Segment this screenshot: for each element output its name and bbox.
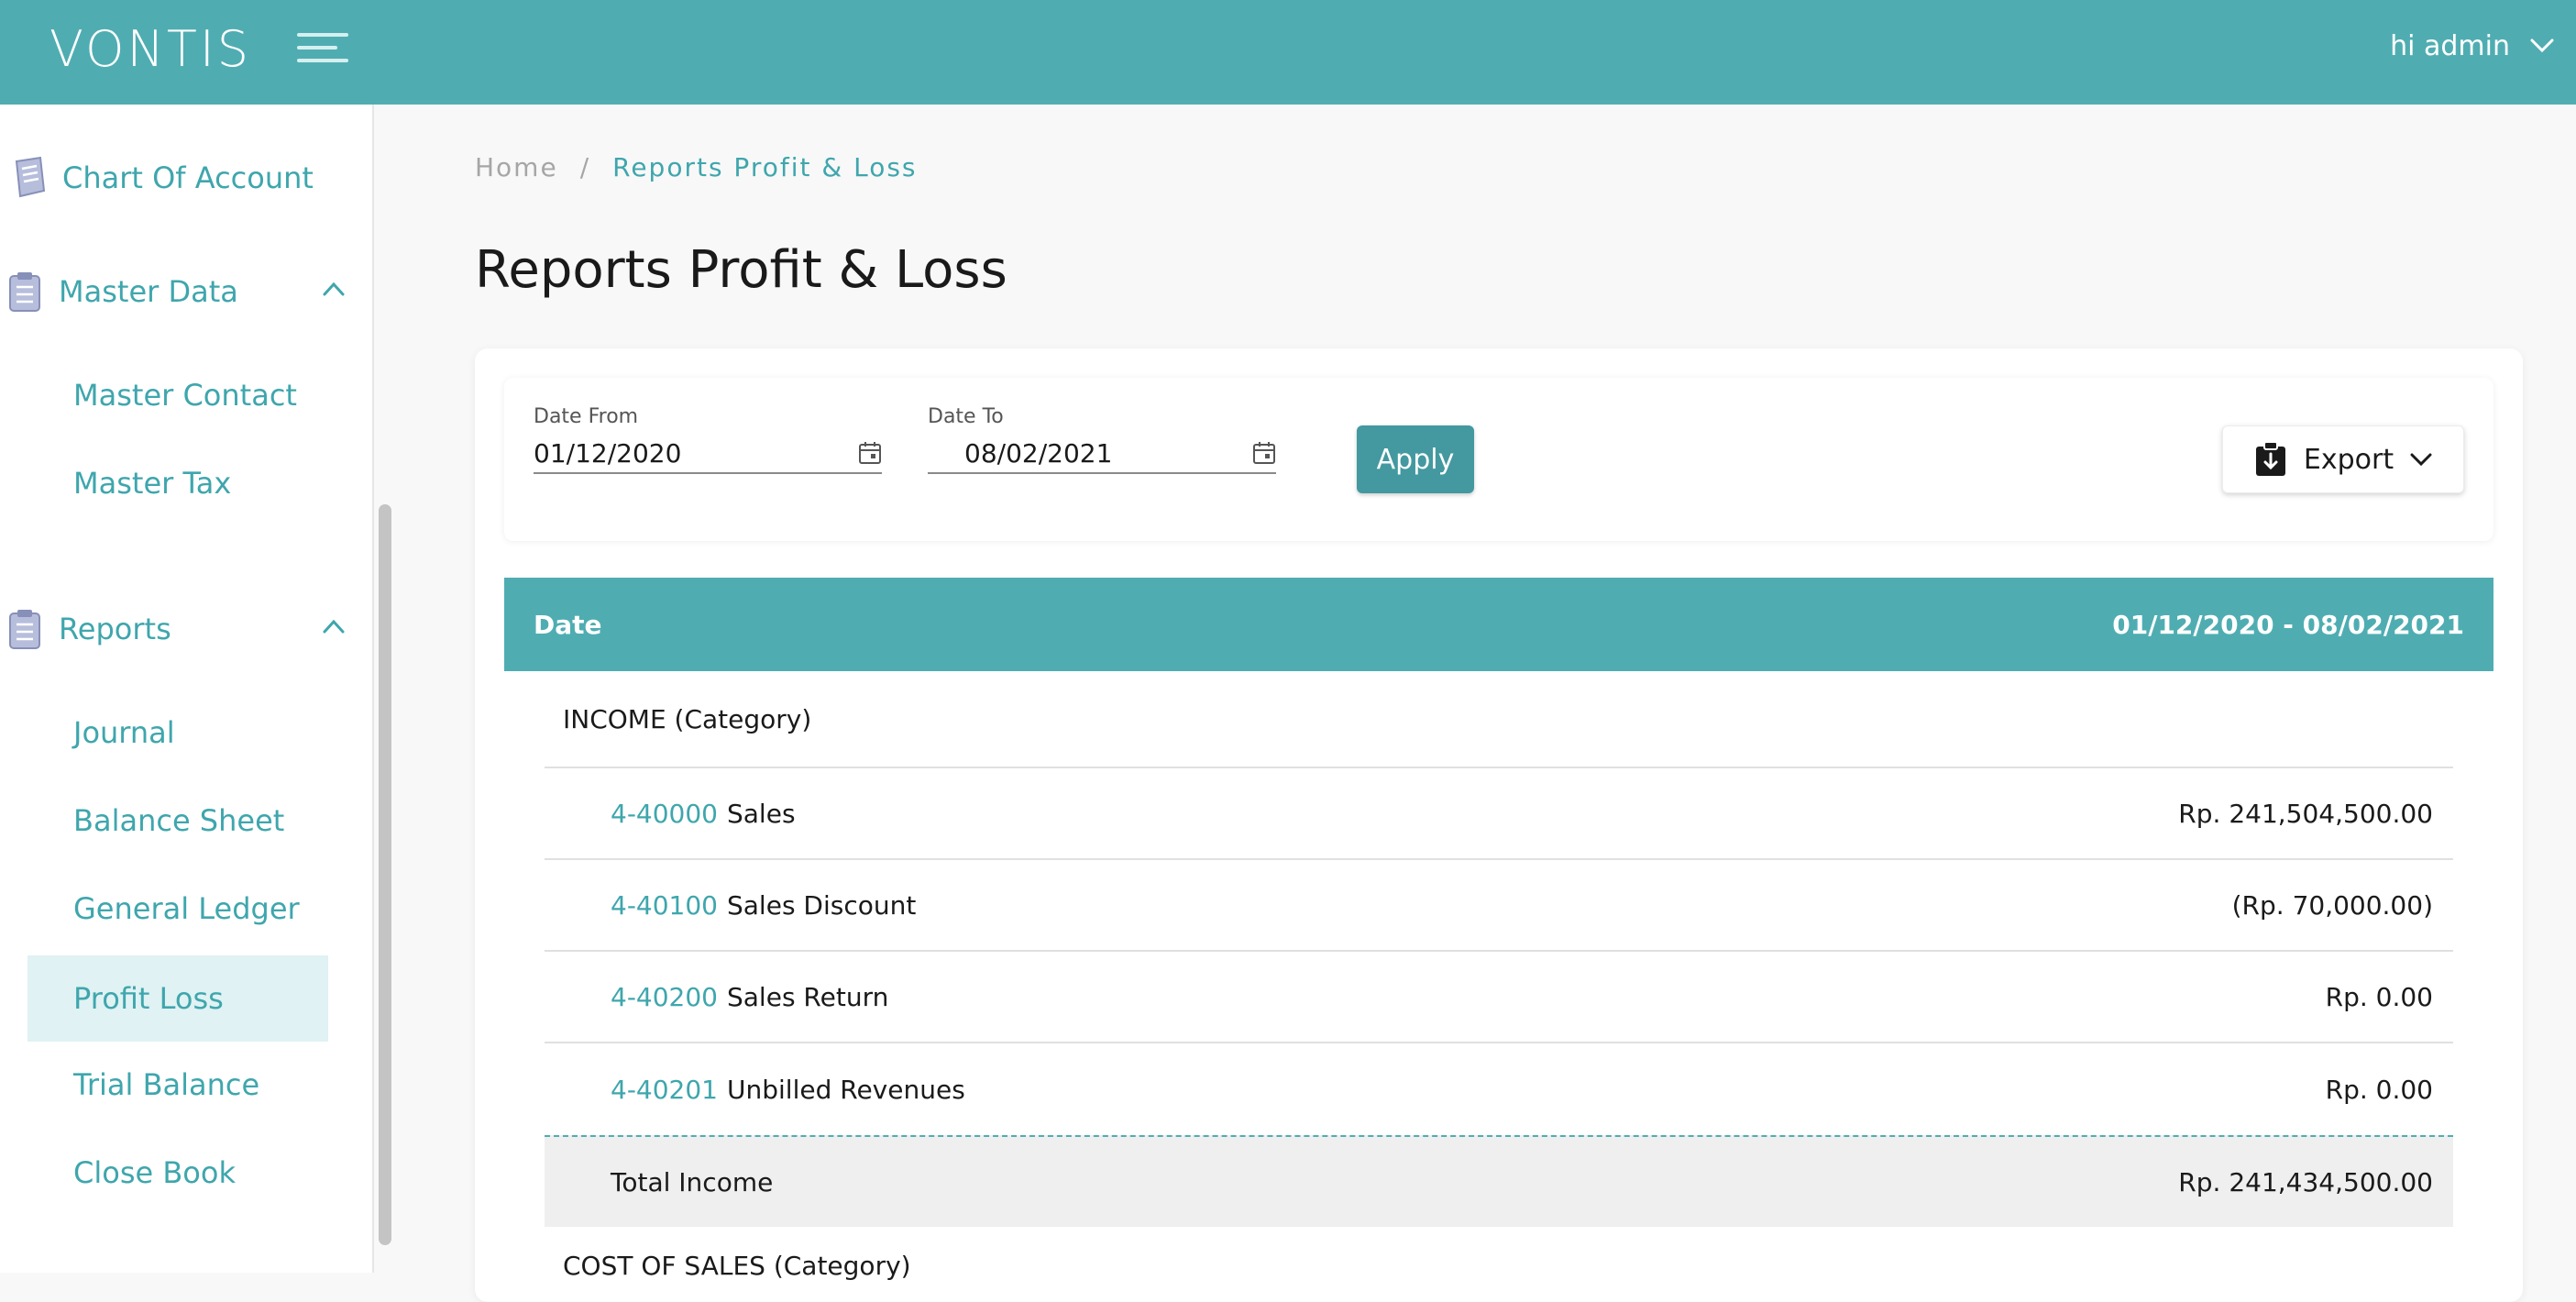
- calendar-icon[interactable]: [858, 441, 882, 465]
- table-row: 4-40200 Sales Return Rp. 0.00: [545, 952, 2453, 1043]
- table-header-date: Date: [534, 609, 602, 640]
- total-label: Total Income: [611, 1166, 774, 1197]
- sidebar-group-label: Master Data: [59, 274, 238, 309]
- table-row: 4-40100 Sales Discount (Rp. 70,000.00): [545, 860, 2453, 952]
- date-from-label: Date From: [534, 405, 639, 428]
- category-row: INCOME (Category): [545, 671, 2453, 768]
- chevron-up-icon: [323, 619, 345, 634]
- sidebar: Chart Of Account Master Data Master Cont…: [0, 105, 374, 1273]
- sidebar-item-journal[interactable]: Journal: [28, 690, 328, 776]
- sidebar-item-label: Chart Of Account: [62, 160, 314, 195]
- sidebar-item-profit-loss[interactable]: Profit Loss: [28, 955, 328, 1042]
- ledger-icon: [15, 156, 46, 198]
- total-amount: Rp. 241,434,500.00: [2178, 1166, 2433, 1197]
- date-from-field: Date From: [534, 405, 882, 474]
- filter-panel: Date From Date To Apply: [504, 378, 2493, 541]
- chevron-down-icon: [2410, 453, 2432, 467]
- account-amount: (Rp. 70,000.00): [2231, 889, 2433, 921]
- account-name: Unbilled Revenues: [727, 1074, 965, 1105]
- account-name: Sales Discount: [727, 889, 917, 921]
- account-code-link[interactable]: 4-40000: [611, 799, 718, 829]
- date-to-field: Date To: [928, 405, 1276, 474]
- sidebar-item-master-tax[interactable]: Master Tax: [28, 440, 328, 526]
- export-label: Export: [2303, 443, 2394, 476]
- sidebar-group-reports[interactable]: Reports: [7, 601, 360, 657]
- top-bar: VONTIS hi admin: [0, 0, 2576, 105]
- app-logo[interactable]: VONTIS: [50, 20, 251, 78]
- account-code-link[interactable]: 4-40100: [611, 890, 718, 921]
- clipboard-icon: [9, 272, 40, 312]
- apply-button[interactable]: Apply: [1357, 425, 1474, 493]
- breadcrumb-current: Reports Profit & Loss: [612, 152, 918, 182]
- hamburger-menu-icon[interactable]: [297, 31, 348, 64]
- calendar-icon[interactable]: [1252, 441, 1276, 465]
- export-button[interactable]: Export: [2222, 425, 2464, 493]
- total-row: Total Income Rp. 241,434,500.00: [545, 1135, 2453, 1227]
- table-header: Date 01/12/2020 - 08/02/2021: [504, 578, 2493, 671]
- account-amount: Rp. 241,504,500.00: [2178, 798, 2433, 829]
- date-from-input[interactable]: [534, 437, 809, 469]
- account-code-link[interactable]: 4-40201: [611, 1075, 718, 1105]
- chevron-up-icon: [323, 281, 345, 296]
- table-row: 4-40201 Unbilled Revenues Rp. 0.00: [545, 1043, 2453, 1135]
- user-menu[interactable]: hi admin: [2390, 26, 2554, 66]
- sidebar-scrollbar[interactable]: [379, 504, 391, 1245]
- sidebar-item-balance-sheet[interactable]: Balance Sheet: [28, 778, 328, 864]
- breadcrumb-separator: /: [579, 152, 591, 182]
- account-amount: Rp. 0.00: [2325, 1074, 2433, 1105]
- date-to-label: Date To: [928, 405, 1004, 428]
- sidebar-item-trial-balance[interactable]: Trial Balance: [28, 1042, 328, 1128]
- table-header-range: 01/12/2020 - 08/02/2021: [2112, 609, 2464, 640]
- page-title: Reports Profit & Loss: [475, 240, 1007, 300]
- account-code-link[interactable]: 4-40200: [611, 982, 718, 1012]
- breadcrumb-home[interactable]: Home: [475, 152, 558, 182]
- sidebar-item-close-book[interactable]: Close Book: [28, 1130, 328, 1216]
- user-greeting: hi admin: [2390, 29, 2510, 62]
- date-to-input[interactable]: [964, 437, 1203, 469]
- breadcrumb: Home / Reports Profit & Loss: [475, 152, 918, 182]
- sidebar-item-general-ledger[interactable]: General Ledger: [28, 866, 328, 952]
- account-amount: Rp. 0.00: [2325, 981, 2433, 1012]
- account-name: Sales Return: [727, 981, 889, 1012]
- category-row: COST OF SALES (Category): [563, 1251, 911, 1281]
- sidebar-group-label: Reports: [59, 612, 171, 646]
- chevron-down-icon: [2530, 39, 2554, 53]
- sidebar-item-master-contact[interactable]: Master Contact: [28, 352, 328, 438]
- table-row: 4-40000 Sales Rp. 241,504,500.00: [545, 768, 2453, 860]
- export-clipboard-icon: [2255, 441, 2285, 476]
- sidebar-item-chart-of-account[interactable]: Chart Of Account: [9, 150, 314, 205]
- sidebar-group-master-data[interactable]: Master Data: [7, 264, 360, 319]
- clipboard-icon: [9, 610, 40, 649]
- account-name: Sales: [727, 798, 796, 829]
